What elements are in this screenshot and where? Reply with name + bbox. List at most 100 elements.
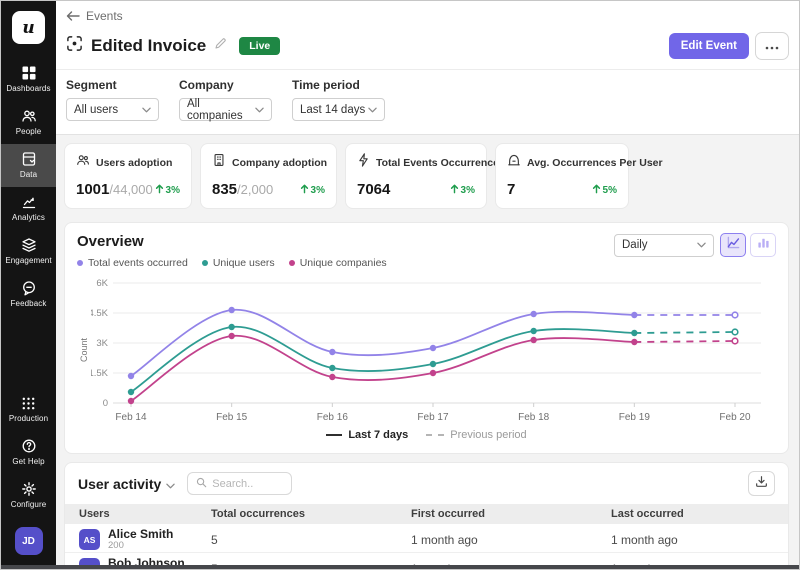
app-logo[interactable]: u (12, 11, 45, 44)
feedback-icon (21, 280, 37, 296)
sidebar-item-analytics[interactable]: Analytics (1, 187, 56, 230)
window-bottom-edge (1, 565, 799, 569)
stat-card-users-adoption: Users adoption 1001 /44,000 3% (64, 143, 192, 209)
legend-dot (202, 260, 208, 266)
filter-bar: Segment All users Company All companies … (56, 70, 799, 135)
user-name: Alice Smith (108, 528, 173, 540)
arrow-up-icon (450, 184, 459, 197)
download-button[interactable] (748, 471, 775, 496)
stat-value: 7064 (357, 181, 390, 198)
svg-text:3K: 3K (96, 338, 108, 349)
segment-select[interactable]: All users (66, 98, 159, 121)
stats-row: Users adoption 1001 /44,000 3% Co (64, 143, 789, 209)
column-header-first-occurred: First occurred (411, 508, 611, 520)
interval-select[interactable]: Daily (614, 234, 714, 257)
sidebar-item-get-help[interactable]: Get Help (1, 431, 56, 474)
chart-canvas: 01.5K3K4.5K6KFeb 14Feb 15Feb 16Feb 17Feb… (91, 275, 772, 425)
people-icon (21, 108, 37, 124)
ellipsis-icon (765, 37, 779, 55)
filter-company: Company All companies (179, 78, 272, 121)
legend-previous-period: Previous period (426, 429, 526, 441)
main-panel: Events Edited Invoice Live Edit Event Se… (56, 1, 799, 569)
filter-label: Segment (66, 78, 159, 92)
stat-value: 1001 (76, 181, 109, 198)
legend-unique-companies: Unique companies (289, 257, 387, 269)
breadcrumb: Events (56, 1, 799, 25)
breadcrumb-events-link[interactable]: Events (86, 9, 123, 23)
table-row[interactable]: AS Alice Smith200 5 1 month ago 1 month … (65, 524, 788, 553)
user-avatar[interactable]: JD (15, 527, 43, 555)
time-period-select[interactable]: Last 14 days (292, 98, 385, 121)
svg-text:1.5K: 1.5K (91, 368, 109, 379)
sidebar-item-label: Production (9, 414, 48, 423)
edit-event-button[interactable]: Edit Event (669, 33, 749, 59)
segment-select-value: All users (74, 104, 118, 116)
stat-card-company-adoption: Company adoption 835 /2,000 3% (200, 143, 337, 209)
legend-unique-users: Unique users (202, 257, 275, 269)
sidebar-item-label: People (16, 127, 42, 136)
content-area: Users adoption 1001 /44,000 3% Co (56, 135, 799, 569)
sidebar-item-label: Dashboards (6, 84, 50, 93)
sidebar-item-configure[interactable]: Configure (1, 474, 56, 517)
last-occurred-cell: 1 month ago (611, 533, 788, 547)
svg-text:Feb 14: Feb 14 (115, 412, 147, 423)
search-box (187, 472, 292, 495)
more-options-button[interactable] (755, 32, 789, 60)
sidebar-item-people[interactable]: People (1, 101, 56, 144)
legend-last-7-days: Last 7 days (326, 429, 408, 441)
table-header: Users Total occurrences First occurred L… (65, 504, 788, 524)
app-logo-letter: u (22, 18, 34, 38)
line-chart-toggle-button[interactable] (720, 233, 746, 257)
bell-curve-icon (507, 153, 521, 172)
solid-line-swatch (326, 434, 342, 436)
interval-select-value: Daily (622, 239, 648, 251)
stat-card-total-events: Total Events Occurrence 7064 3% (345, 143, 487, 209)
sidebar-item-dashboards[interactable]: Dashboards (1, 58, 56, 101)
dashboards-icon (21, 65, 37, 81)
stat-card-avg-occurrences: Avg. Occurrences Per User 7 5% (495, 143, 629, 209)
sidebar-item-label: Configure (11, 500, 47, 509)
sidebar-item-data[interactable]: Data (1, 144, 56, 187)
chevron-down-icon (142, 104, 151, 116)
download-icon (755, 475, 768, 493)
company-select[interactable]: All companies (179, 98, 272, 121)
search-input[interactable] (212, 478, 283, 490)
svg-text:Feb 19: Feb 19 (619, 412, 651, 423)
apps-grid-icon (21, 396, 36, 411)
chevron-down-icon (368, 104, 377, 116)
line-chart: Count 01.5K3K4.5K6KFeb 14Feb 15Feb 16Feb… (77, 275, 776, 425)
occurrences-cell: 5 (211, 533, 411, 547)
svg-text:6K: 6K (96, 278, 108, 289)
user-activity-dropdown[interactable]: User activity (78, 476, 175, 492)
legend-dot (77, 260, 83, 266)
y-axis-title: Count (77, 275, 91, 425)
back-arrow-icon[interactable] (66, 10, 80, 22)
user-avatar-initials: JD (22, 536, 35, 547)
sidebar-item-engagement[interactable]: Engagement (1, 230, 56, 273)
stat-label: Total Events Occurrence (376, 157, 499, 169)
filter-segment: Segment All users (66, 78, 159, 121)
chevron-down-icon (255, 104, 264, 116)
status-badge: Live (239, 37, 280, 55)
edit-pencil-icon[interactable] (214, 37, 227, 55)
sidebar-item-production[interactable]: Production (1, 389, 56, 431)
legend-total-events: Total events occurred (77, 257, 188, 269)
title-row: Edited Invoice Live Edit Event (56, 25, 799, 70)
filter-label: Time period (292, 78, 385, 92)
stat-label: Avg. Occurrences Per User (527, 157, 663, 169)
data-icon (21, 151, 37, 167)
chart-type-toggle (720, 233, 776, 257)
overview-title: Overview (77, 233, 387, 250)
bar-chart-toggle-button[interactable] (750, 233, 776, 257)
company-select-value: All companies (187, 98, 255, 122)
chart-legend: Total events occurred Unique users Uniqu… (77, 257, 387, 269)
stat-delta: 3% (155, 184, 180, 197)
sidebar-item-feedback[interactable]: Feedback (1, 273, 56, 316)
sidebar-item-label: Get Help (12, 457, 44, 466)
sidebar-item-label: Engagement (5, 256, 51, 265)
sidebar-item-label: Feedback (11, 299, 47, 308)
chevron-down-icon (697, 239, 706, 251)
title-actions: Edit Event (669, 32, 789, 60)
building-icon (212, 153, 226, 172)
bar-chart-icon (757, 236, 770, 254)
